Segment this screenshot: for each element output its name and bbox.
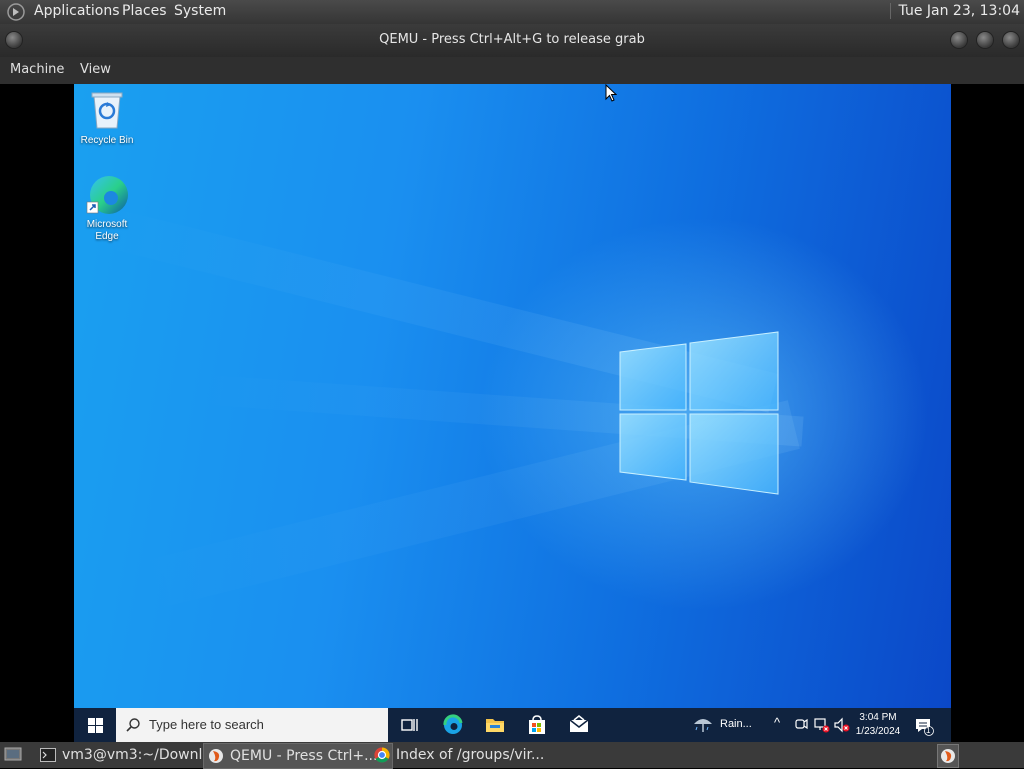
taskbar-search-box[interactable]: Type here to search [116, 708, 388, 742]
task-qemu[interactable]: QEMU - Press Ctrl+... [203, 743, 393, 769]
workspace-switcher[interactable] [937, 744, 959, 768]
qemu-icon [209, 749, 223, 763]
notification-count: 1 [926, 726, 931, 735]
top-panel: Applications Places System Tue Jan 23, 1… [0, 0, 1024, 24]
windows-logo [619, 331, 779, 495]
task-qemu-label: QEMU - Press Ctrl+... [230, 748, 378, 764]
chrome-icon [374, 747, 390, 763]
meet-now-icon[interactable] [794, 717, 808, 733]
task-chrome-label: Index of /groups/vir... [396, 747, 545, 763]
system-menu[interactable]: System [174, 3, 226, 19]
windows-start-icon[interactable] [88, 718, 103, 733]
microsoft-edge-label: Microsoft Edge [86, 219, 128, 242]
qemu-workspace-icon [941, 749, 955, 763]
windows-taskbar: Type here to search Rain... ^ 3:04 PM 1/… [74, 708, 951, 742]
close-button[interactable] [1003, 32, 1019, 48]
mouse-cursor-icon [605, 84, 617, 102]
gnome-foot-icon[interactable] [6, 3, 26, 21]
notification-center-icon[interactable] [914, 716, 934, 736]
qemu-titlebar[interactable]: QEMU - Press Ctrl+Alt+G to release grab [0, 24, 1024, 57]
bottom-panel: vm3@vm3:~/Downl... QEMU - Press Ctrl+...… [0, 742, 1024, 769]
applications-menu[interactable]: Applications [34, 3, 120, 19]
window-title: QEMU - Press Ctrl+Alt+G to release grab [379, 32, 645, 47]
network-disconnected-icon[interactable] [814, 717, 830, 733]
recycle-bin-label: Recycle Bin [80, 135, 134, 146]
weather-label[interactable]: Rain... [720, 718, 752, 730]
search-icon [126, 718, 140, 732]
taskbar-date: 1/23/2024 [855, 726, 901, 737]
volume-muted-icon[interactable] [834, 717, 850, 733]
terminal-icon [40, 748, 56, 762]
minimize-button[interactable] [951, 32, 967, 48]
search-placeholder: Type here to search [149, 717, 264, 732]
task-view-icon[interactable] [399, 714, 421, 736]
microsoft-edge-desktop-icon[interactable]: Microsoft Edge [74, 174, 142, 243]
machine-menu[interactable]: Machine [10, 62, 64, 77]
microsoft-store-icon[interactable] [526, 714, 548, 736]
task-terminal-label: vm3@vm3:~/Downl... [62, 747, 216, 763]
taskbar-time: 3:04 PM [859, 712, 897, 723]
places-menu[interactable]: Places [122, 3, 167, 19]
edge-icon [86, 176, 128, 214]
guest-display[interactable]: Recycle Bin Microsoft Edge Type here to … [74, 84, 951, 742]
task-terminal[interactable]: vm3@vm3:~/Downl... [36, 743, 226, 767]
recycle-bin-desktop-icon[interactable]: Recycle Bin [74, 90, 142, 146]
qemu-menubar: Machine View [0, 57, 1024, 84]
rain-weather-icon[interactable] [692, 715, 714, 735]
desktop-wallpaper[interactable]: Recycle Bin Microsoft Edge [74, 84, 951, 708]
mail-icon[interactable] [568, 714, 590, 736]
show-desktop-icon[interactable] [4, 747, 22, 763]
file-explorer-icon[interactable] [484, 714, 506, 736]
taskbar-edge-icon[interactable] [442, 714, 464, 736]
maximize-button[interactable] [977, 32, 993, 48]
recycle-bin-icon [91, 92, 123, 129]
task-chrome[interactable]: Index of /groups/vir... [370, 743, 564, 767]
view-menu[interactable]: View [80, 62, 111, 77]
chevron-up-icon[interactable]: ^ [774, 715, 780, 730]
top-clock[interactable]: Tue Jan 23, 13:04 [889, 3, 1020, 19]
taskbar-clock[interactable]: 3:04 PM 1/23/2024 [852, 711, 904, 739]
